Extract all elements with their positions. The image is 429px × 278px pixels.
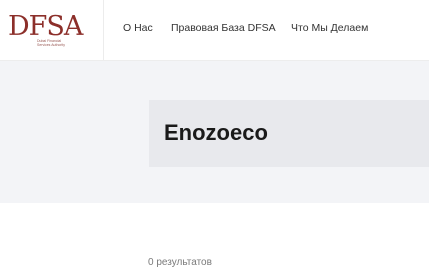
nav-item-legal-framework[interactable]: Правовая База DFSA [171,22,276,34]
site-header: DFSA Dubai Financial Services Authority … [0,0,429,61]
nav-item-about[interactable]: О Нас [123,22,153,34]
results-count: 0 результатов [148,257,212,268]
dfsa-logo[interactable]: DFSA Dubai Financial Services Authority [0,0,104,60]
logo-wordmark: DFSA [8,11,83,42]
search-input[interactable] [164,118,419,148]
logo-subtitle: Dubai Financial Services Authority [37,39,79,47]
nav-item-what-we-do[interactable]: Что Мы Делаем [291,22,368,34]
search-box[interactable] [149,100,429,167]
logo-subtitle-line: Services Authority [37,43,66,47]
